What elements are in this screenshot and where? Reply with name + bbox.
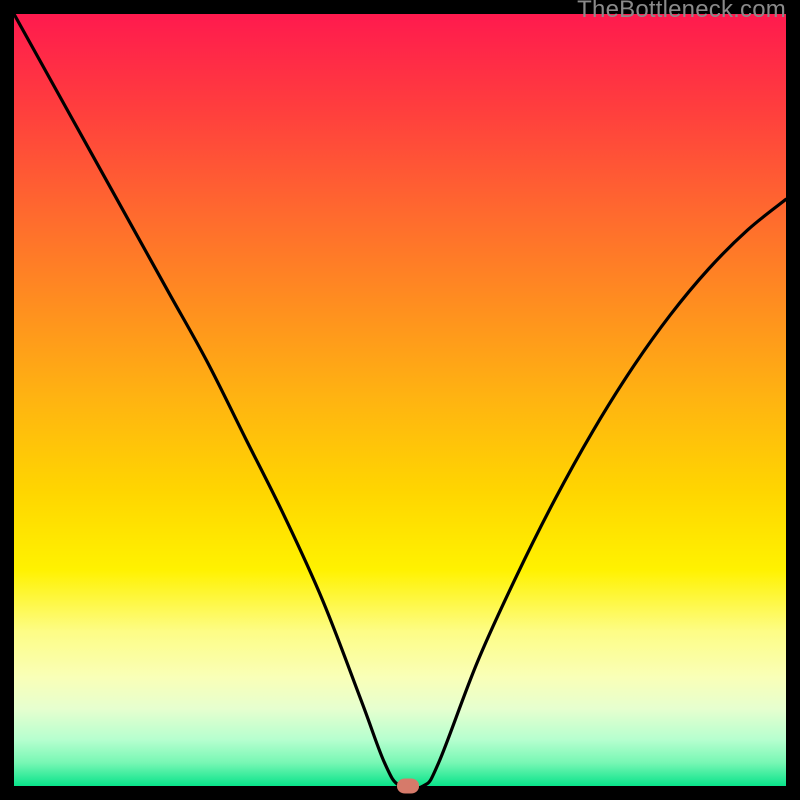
attribution-label: TheBottleneck.com	[577, 0, 786, 24]
bottleneck-marker	[397, 779, 419, 794]
chart-frame	[14, 14, 786, 786]
bottleneck-curve	[14, 14, 786, 786]
